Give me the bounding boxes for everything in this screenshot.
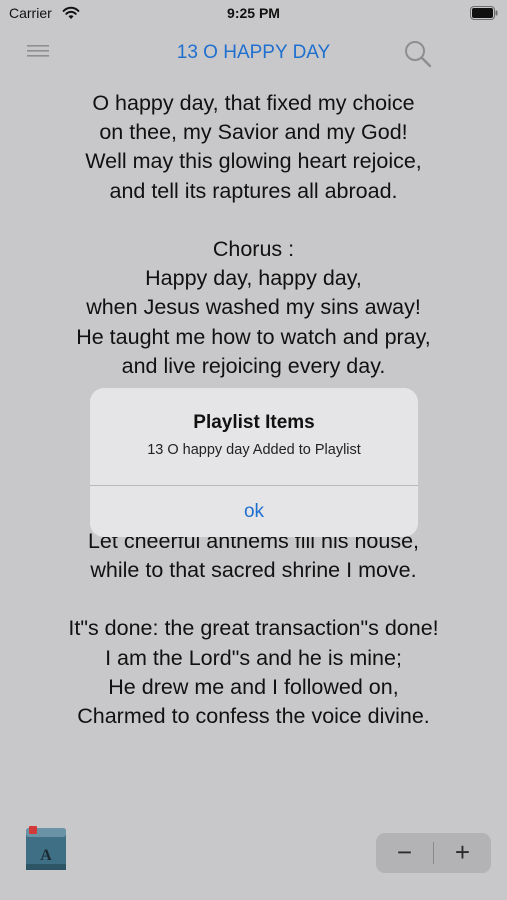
lyric-line: while to that sacred shrine I move.	[90, 558, 417, 582]
status-bar: Carrier 9:25 PM	[0, 0, 507, 28]
lyric-line: O happy day, that fixed my choice	[92, 91, 415, 115]
stanza-break	[0, 585, 507, 614]
clock: 9:25 PM	[227, 5, 280, 21]
book-icon[interactable]: A	[25, 826, 67, 871]
lyric-line: He taught me how to watch and pray,	[76, 324, 431, 349]
stanza-break	[0, 206, 507, 235]
lyric-line: Chorus :	[212, 236, 295, 261]
lyric-line: I am the Lord"s and he is mine;	[105, 645, 402, 670]
playlist-alert: Playlist Items 13 O happy day Added to P…	[90, 388, 418, 537]
lyric-line: Well may this glowing heart rejoice,	[85, 149, 422, 174]
lyric-line: Happy day, happy day,	[145, 266, 362, 291]
lyric-line: when Jesus washed my sins away!	[86, 295, 421, 320]
font-size-stepper: − +	[376, 833, 491, 873]
lyric-line: and live rejoicing every day.	[121, 353, 386, 378]
lyric-line: He drew me and I followed on,	[108, 674, 399, 699]
battery-icon	[470, 6, 498, 20]
lyric-line: It"s done: the great transaction"s done!	[68, 616, 439, 641]
alert-message: 13 O happy day Added to Playlist	[147, 442, 361, 458]
alert-title: Playlist Items	[193, 412, 315, 433]
ok-button[interactable]: ok	[90, 486, 418, 537]
lyric-line: and tell its raptures all abroad.	[109, 178, 398, 203]
book-icon-letter: A	[40, 847, 52, 864]
increase-font-button[interactable]: +	[434, 833, 491, 873]
search-icon[interactable]	[403, 39, 433, 69]
decrease-font-button[interactable]: −	[376, 833, 433, 873]
navigation-bar: 13 O HAPPY DAY	[0, 30, 507, 76]
lyric-line: Charmed to confess the voice divine.	[77, 703, 430, 728]
lyric-line: on thee, my Savior and my God!	[99, 120, 408, 145]
